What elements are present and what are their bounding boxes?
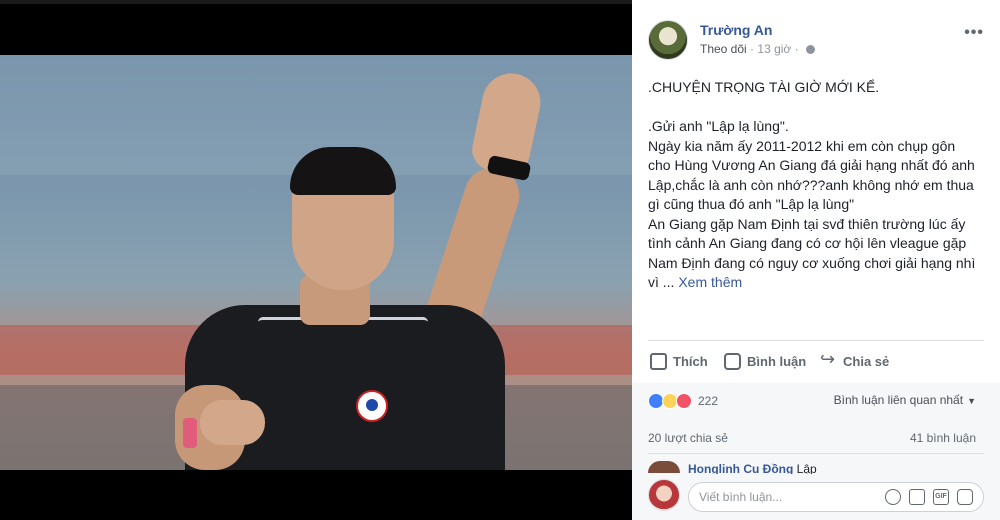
commenter-avatar[interactable] [648, 461, 680, 473]
composer-icons: GIF [885, 489, 973, 505]
post-line: tình cảnh An Giang đang có cơ hội lên vl… [648, 235, 967, 251]
globe-icon [805, 45, 815, 54]
post-line: An Giang gặp Nam Định tại svđ thiên trườ… [648, 215, 966, 232]
post-text: .CHUYỆN TRỌNG TÀI GIỜ MỚI KỂ. .Gửi anh "… [648, 78, 984, 293]
comments-count[interactable]: 41 bình luận [910, 431, 976, 445]
gif-icon[interactable]: GIF [933, 489, 949, 505]
post-line: Lập,chắc là anh còn nhớ???anh không nhớ … [648, 176, 974, 193]
camera-icon[interactable] [909, 489, 925, 505]
federation-badge [356, 390, 388, 422]
like-label: Thích [673, 353, 708, 369]
post-line: gì cũng thua đó anh "Lập lạ lùng" [648, 196, 855, 212]
referee-hair [290, 147, 396, 195]
photo-viewer [0, 0, 632, 520]
post-line: Nam Định đang có nguy cơ xuống chơi giải… [648, 254, 976, 271]
share-arrow-icon [820, 349, 837, 370]
shares-count[interactable]: 20 lượt chia sẻ [648, 431, 728, 445]
pointing-hand [200, 400, 265, 445]
emoji-icon[interactable] [885, 489, 901, 505]
post-line: Ngày kia năm ấy 2011-2012 khi em còn chụ… [648, 137, 956, 154]
post-line: .Gửi anh "Lập lạ lùng". [648, 118, 789, 134]
post-time[interactable]: 13 giờ [757, 42, 791, 56]
reactions-summary[interactable]: 222 [648, 392, 718, 410]
author-avatar[interactable] [648, 20, 688, 60]
post-photo[interactable] [0, 55, 632, 470]
post-line [648, 98, 984, 118]
more-options-button[interactable]: ••• [964, 24, 984, 42]
follow-link[interactable]: Theo dõi [700, 42, 747, 56]
see-more-link[interactable]: Xem thêm [678, 274, 742, 290]
comment-sort-dropdown[interactable]: Bình luận liên quan nhất ▼ [834, 393, 976, 407]
comment-composer: GIF [632, 474, 1000, 520]
comment-label: Bình luận [747, 353, 807, 369]
post-line: cho Hùng Vương An Giang đá giải hạng nhấ… [648, 157, 975, 173]
thumbs-up-icon [650, 352, 667, 370]
post-line: vì ... Xem thêm [648, 273, 984, 293]
reactions-count: 222 [698, 394, 719, 408]
post-meta: Theo dõi · 13 giờ · [700, 42, 815, 56]
author-name[interactable]: Trường An [700, 22, 772, 38]
post-line-end: vì ... [648, 274, 675, 290]
love-reaction-icon [676, 393, 692, 409]
post-line: .CHUYỆN TRỌNG TÀI GIỜ MỚI KỂ. [648, 79, 880, 95]
post-header: Trường An Theo dõi · 13 giờ · ••• [648, 18, 984, 62]
like-button[interactable]: Thích [650, 348, 708, 374]
comment-input[interactable] [699, 488, 869, 506]
sticker-icon[interactable] [957, 489, 973, 505]
comment-button[interactable]: Bình luận [724, 348, 806, 374]
current-user-avatar [648, 479, 680, 511]
actions-divider-top [648, 340, 984, 341]
speech-bubble-icon [724, 352, 741, 370]
caret-down-icon: ▼ [967, 396, 976, 406]
comments-divider [648, 453, 984, 454]
wristband [183, 418, 197, 448]
comment-input-box[interactable]: GIF [688, 482, 984, 512]
meta-dot-2: · [794, 42, 799, 56]
top-bar [0, 0, 632, 4]
post-actions: Thích Bình luận Chia sẻ [648, 348, 984, 374]
share-button[interactable]: Chia sẻ [820, 348, 889, 374]
sort-label: Bình luận liên quan nhất [833, 393, 964, 407]
share-label: Chia sẻ [843, 353, 890, 369]
